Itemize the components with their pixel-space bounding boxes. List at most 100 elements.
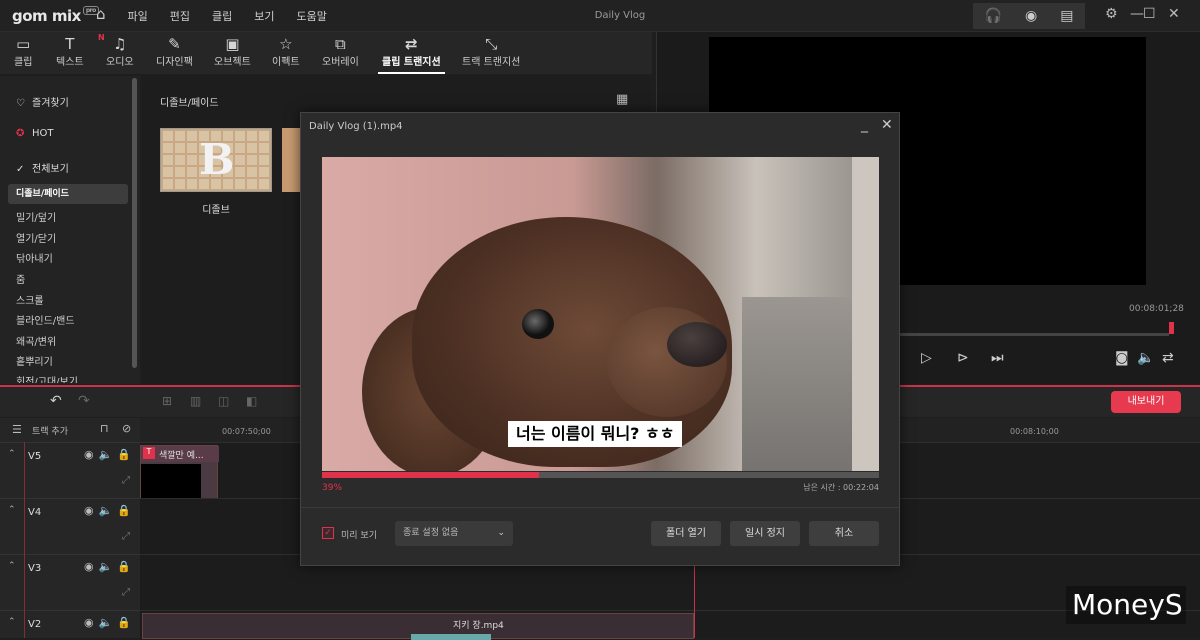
cancel-button[interactable]: 취소 <box>809 521 879 546</box>
end-action-select[interactable]: 종료 설정 없음 ⌄ <box>395 521 513 546</box>
progress-percent: 39% <box>322 483 343 493</box>
track-controls[interactable]: ◉🔈🔒 <box>84 448 136 461</box>
tab-audio[interactable]: N ♫ 오디오 <box>98 33 134 68</box>
tab-text[interactable]: T 텍스트 <box>56 35 84 68</box>
timeline-clip[interactable]: 색깔만 예... T <box>140 445 219 500</box>
account-icon[interactable]: ◉ <box>1025 8 1037 24</box>
collapse-icon[interactable]: ⌃ <box>8 561 16 571</box>
link-track-icon[interactable]: ⤢ <box>122 531 130 542</box>
sidebar-item-scatter[interactable]: 흩뿌리기 <box>16 353 53 368</box>
track-header-v5[interactable]: ⌃ V5 ◉🔈🔒 ⤢ <box>0 442 140 498</box>
sidebar-favorites[interactable]: ♡ 즐겨찾기 <box>16 94 69 109</box>
open-folder-button[interactable]: 폴더 열기 <box>651 521 721 546</box>
sidebar-item-push[interactable]: 밀기/덮기 <box>16 209 56 224</box>
sidebar-item-distort[interactable]: 왜곡/변위 <box>16 333 56 348</box>
export-button[interactable]: 내보내기 <box>1111 391 1181 413</box>
timeline-start-marker <box>24 442 25 638</box>
crop-icon[interactable]: ◧ <box>246 394 257 408</box>
headset-icon[interactable]: 🎧 <box>985 8 1002 24</box>
tab-design-pack[interactable]: ✎ 디자인팩 <box>156 35 193 68</box>
tab-object[interactable]: ▣ 오브젝트 <box>214 35 251 68</box>
link-icon[interactable]: ⊘ <box>122 422 131 435</box>
sidebar-item-blind[interactable]: 블라인드/밴드 <box>16 312 75 327</box>
save-icon[interactable]: ▤ <box>1060 8 1073 24</box>
export-progress-dialog: Daily Vlog (1).mp4 _ ✕ 너는 이름이 뭐니? ㅎㅎ 39%… <box>300 112 900 566</box>
tab-overlay[interactable]: ⧉ 오버레이 <box>322 35 359 68</box>
tool-tabs: ▭ 클립 T 텍스트 N ♫ 오디오 ✎ 디자인팩 ▣ 오브젝트 ☆ 이펙트 ⧉ 오버레이 ⇄ 클… <box>0 32 652 74</box>
preview-checkbox[interactable]: ✓ <box>322 527 334 539</box>
menu-clip[interactable]: 클립 <box>212 8 232 24</box>
track-controls[interactable]: ◉🔈🔒 <box>84 560 136 573</box>
app-logo: gom mix pro <box>12 6 99 25</box>
track-controls[interactable]: ◉🔈🔒 <box>84 504 136 517</box>
thumbnail-label: 디졸브 <box>202 205 230 216</box>
chevron-down-icon: ⌄ <box>497 528 505 538</box>
transition-thumbnail-2[interactable] <box>282 128 302 192</box>
add-track-label[interactable]: 트랙 추가 <box>32 424 68 437</box>
collapse-icon[interactable]: ⌃ <box>8 617 16 627</box>
menu-edit[interactable]: 편집 <box>170 8 190 24</box>
menu-help[interactable]: 도움말 <box>297 8 327 24</box>
close-icon[interactable]: ✕ <box>881 117 893 133</box>
magnet-icon[interactable]: ⊓ <box>100 422 109 435</box>
sidebar-item-open[interactable]: 열기/닫기 <box>16 230 56 245</box>
camera-icon[interactable]: ◙ <box>1115 350 1129 366</box>
settings-icon[interactable]: ⚙ <box>1105 6 1118 22</box>
dog-eye <box>522 309 554 339</box>
sidebar-item-rotate[interactable]: 회전/고대/보기 <box>16 373 78 383</box>
sidebar-item-zoom[interactable]: 줌 <box>16 271 25 286</box>
maximize-icon[interactable]: ☐ <box>1143 6 1156 22</box>
design-icon: ✎ <box>168 35 181 53</box>
sidebar-hot[interactable]: ✪ HOT <box>16 128 54 139</box>
grid-view-icon[interactable]: ▦ <box>616 92 628 107</box>
ruler-tick: 00:07:50;00 <box>222 427 271 436</box>
add-track-icon[interactable]: ☰ <box>12 423 22 436</box>
sidebar-item-scroll[interactable]: 스크롤 <box>16 292 44 307</box>
play-icon[interactable]: ▷ <box>921 350 932 366</box>
dialog-divider <box>301 507 899 508</box>
track-controls[interactable]: ◉🔈🔒 <box>84 616 136 629</box>
split-icon[interactable]: ▥ <box>190 394 201 408</box>
next-frame-icon[interactable]: ⊳ <box>957 350 969 366</box>
menu-file[interactable]: 파일 <box>128 8 148 24</box>
swap-icon[interactable]: ⇄ <box>1162 350 1174 366</box>
tab-track-transition[interactable]: ⤡ 트랙 트랜지션 <box>462 35 520 68</box>
track-header-v4[interactable]: ⌃ V4 ◉🔈🔒 ⤢ <box>0 498 140 554</box>
pause-button[interactable]: 일시 정지 <box>730 521 800 546</box>
redo-icon[interactable]: ↷ <box>78 393 90 409</box>
preview-checkbox-label: 미리 보기 <box>341 531 377 541</box>
overlay-icon: ⧉ <box>335 35 346 53</box>
trim-icon[interactable]: ◫ <box>218 394 229 408</box>
sidebar-all[interactable]: ✓ 전체보기 <box>16 160 69 175</box>
track-lane-v2[interactable]: 지키 장.mp4 <box>140 610 1200 640</box>
minimize-icon[interactable]: _ <box>861 117 868 133</box>
ruler-tick: 00:08:10;00 <box>1010 427 1059 436</box>
transition-thumbnail[interactable]: B <box>160 128 272 192</box>
tab-effect[interactable]: ☆ 이펙트 <box>272 35 300 68</box>
minimize-icon[interactable]: — <box>1130 6 1144 22</box>
menu-view[interactable]: 보기 <box>254 8 274 24</box>
sidebar-item-dissolve[interactable]: 디졸브/페이드 <box>8 184 128 204</box>
dog-nose <box>667 322 727 367</box>
close-icon[interactable]: ✕ <box>1168 6 1180 22</box>
add-clip-icon[interactable]: ⊞ <box>162 394 172 408</box>
sidebar-scrollbar[interactable] <box>132 78 137 368</box>
track-header-v3[interactable]: ⌃ V3 ◉🔈🔒 ⤢ <box>0 554 140 610</box>
home-icon[interactable]: ⌂ <box>96 5 106 24</box>
undo-icon[interactable]: ↶ <box>50 393 62 409</box>
clip-title: 색깔만 예... <box>159 451 204 461</box>
volume-icon[interactable]: 🔈 <box>1137 350 1154 366</box>
seek-handle[interactable] <box>1169 322 1174 334</box>
tab-clip-transition[interactable]: ⇄ 클립 트랜지션 <box>378 35 445 74</box>
sidebar-item-wipe[interactable]: 닦아내기 <box>16 250 53 265</box>
collapse-icon[interactable]: ⌃ <box>8 449 16 459</box>
check-icon: ✓ <box>16 164 25 175</box>
timeline-clip[interactable]: 지키 장.mp4 <box>142 613 694 640</box>
link-track-icon[interactable]: ⤢ <box>122 475 130 486</box>
link-track-icon[interactable]: ⤢ <box>122 587 130 598</box>
track-header-v2[interactable]: ⌃ V2 ◉🔈🔒 <box>0 610 140 638</box>
collapse-icon[interactable]: ⌃ <box>8 505 16 515</box>
category-sidebar: ♡ 즐겨찾기 ✪ HOT ✓ 전체보기 디졸브/페이드 밀기/덮기 열기/닫기 닦아내… <box>0 76 140 384</box>
skip-end-icon[interactable]: ⏭ <box>991 350 1004 366</box>
tab-clip[interactable]: ▭ 클립 <box>14 35 32 68</box>
